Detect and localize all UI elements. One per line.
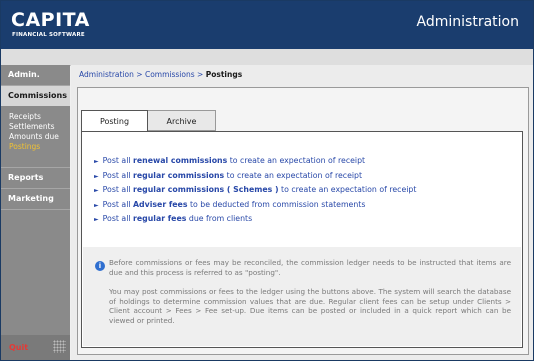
sidebar-subitem-receipts[interactable]: Receipts	[9, 112, 41, 122]
breadcrumb-commissions[interactable]: Commissions	[145, 70, 195, 79]
breadcrumb: Administration > Commissions > Postings	[79, 70, 242, 79]
info-paragraph-1: Before commissions or fees may be reconc…	[109, 258, 511, 277]
arrow-right-icon: ►	[94, 187, 99, 195]
sidebar-item-reports[interactable]: Reports	[1, 168, 70, 188]
sidebar-item-admin[interactable]: Admin.	[1, 65, 70, 85]
sidebar-divider	[1, 209, 70, 210]
tab-content: ► Post all renewal commissions to create …	[81, 131, 523, 348]
link-prefix: Post all	[102, 170, 134, 180]
postings-panel: Posting Archive ► Post all renewal commis…	[77, 87, 529, 355]
app-window: CAPITA FINANCIAL SOFTWARE Administration…	[0, 0, 534, 361]
sidebar-item-commissions[interactable]: Commissions	[1, 86, 70, 106]
link-bold: regular fees	[133, 214, 187, 224]
breadcrumb-separator: >	[136, 70, 143, 79]
link-bold: regular commissions ( Schemes )	[133, 185, 279, 195]
sidebar-subitem-amounts-due[interactable]: Amounts due	[9, 132, 59, 142]
logo-main: CAPITA	[11, 9, 90, 31]
post-adviser-fees-link[interactable]: ► Post all Adviser fees to be deducted fr…	[94, 198, 416, 213]
link-suffix: to create an expectation of receipt	[278, 185, 417, 195]
grid-icon	[53, 340, 66, 353]
tab-posting[interactable]: Posting	[81, 110, 148, 132]
link-bold: regular commissions	[133, 170, 225, 180]
post-renewal-commissions-link[interactable]: ► Post all renewal commissions to create …	[94, 154, 416, 169]
arrow-right-icon: ►	[94, 158, 99, 165]
quit-button[interactable]: Quit	[9, 343, 28, 352]
info-paragraph-2: You may post commissions or fees to the …	[109, 287, 511, 325]
posting-links: ► Post all renewal commissions to create …	[94, 154, 416, 227]
tab-archive[interactable]: Archive	[148, 110, 216, 131]
sidebar-item-marketing[interactable]: Marketing	[1, 189, 70, 209]
link-suffix: to create an expectation of receipt	[224, 170, 363, 180]
arrow-right-icon: ►	[94, 201, 99, 209]
arrow-right-icon: ►	[94, 216, 99, 224]
breadcrumb-separator: >	[197, 70, 204, 79]
link-suffix: to be deducted from commission statement…	[187, 199, 366, 209]
info-icon: i	[95, 261, 105, 271]
quit-bar: Quit	[1, 335, 70, 360]
sub-bar	[1, 49, 533, 66]
link-bold: Adviser fees	[133, 199, 188, 209]
sidebar: Admin. Commissions Receipts Settlements …	[1, 65, 70, 360]
post-scheme-commissions-link[interactable]: ► Post all regular commissions ( Schemes …	[94, 183, 416, 198]
header-bar: CAPITA FINANCIAL SOFTWARE Administration	[1, 1, 533, 49]
arrow-right-icon: ►	[94, 172, 99, 180]
info-box: i Before commissions or fees may be reco…	[83, 247, 521, 346]
breadcrumb-current: Postings	[205, 70, 243, 79]
breadcrumb-admin[interactable]: Administration	[79, 70, 134, 79]
post-regular-fees-link[interactable]: ► Post all regular fees due from clients	[94, 212, 416, 227]
link-prefix: Post all	[102, 185, 134, 195]
logo-sub: FINANCIAL SOFTWARE	[12, 32, 85, 38]
sidebar-subitem-settlements[interactable]: Settlements	[9, 122, 54, 132]
sidebar-subitem-postings[interactable]: Postings	[9, 142, 40, 152]
link-suffix: to create an expectation of receipt	[227, 156, 366, 165]
link-prefix: Post all	[102, 199, 134, 209]
link-prefix: Post all	[102, 156, 134, 165]
main-content: Administration > Commissions > Postings …	[71, 65, 533, 360]
app-title: Administration	[416, 14, 519, 30]
link-prefix: Post all	[102, 214, 134, 224]
link-bold: renewal commissions	[133, 156, 228, 165]
post-regular-commissions-link[interactable]: ► Post all regular commissions to create …	[94, 169, 416, 184]
link-suffix: due from clients	[186, 214, 253, 224]
